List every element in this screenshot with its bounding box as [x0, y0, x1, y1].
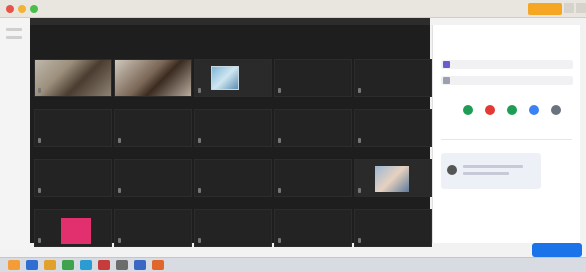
- app-icon: [443, 61, 450, 68]
- screen: [0, 0, 586, 272]
- participant-thumbnail: [211, 66, 239, 90]
- sidebar-item[interactable]: [6, 28, 22, 31]
- window-close-dot[interactable]: [6, 5, 14, 13]
- panel-row[interactable]: [441, 76, 573, 85]
- share-control-icon[interactable]: [529, 105, 539, 115]
- taskbar-app-icon[interactable]: [152, 260, 164, 270]
- mic-icon: [38, 138, 41, 143]
- mic-icon: [358, 88, 361, 93]
- participant-avatar: [61, 218, 91, 244]
- participant-tile[interactable]: [194, 159, 272, 197]
- window-restore-button[interactable]: [564, 3, 574, 13]
- sidebar-item[interactable]: [6, 36, 22, 39]
- participant-grid: [30, 25, 432, 247]
- mic-icon: [198, 238, 201, 243]
- panel-divider: [441, 139, 572, 140]
- participant-thumbnail: [375, 166, 409, 192]
- taskbar-app-icon[interactable]: [80, 260, 92, 270]
- more-control-icon[interactable]: [551, 105, 561, 115]
- taskbar-app-icon[interactable]: [98, 260, 110, 270]
- mic-icon: [358, 238, 361, 243]
- participant-tile[interactable]: [354, 159, 432, 197]
- window-maximize-dot[interactable]: [30, 5, 38, 13]
- mic-icon: [278, 88, 281, 93]
- window-titlebar: [0, 0, 586, 18]
- participant-tile[interactable]: [274, 59, 352, 97]
- participant-tile[interactable]: [114, 159, 192, 197]
- participant-tile[interactable]: [34, 209, 112, 247]
- participant-tile[interactable]: [34, 109, 112, 147]
- taskbar-app-icon[interactable]: [44, 260, 56, 270]
- participant-tile[interactable]: [114, 209, 192, 247]
- chat-text-line: [463, 165, 523, 168]
- taskbar-app-icon[interactable]: [62, 260, 74, 270]
- mic-icon: [38, 238, 41, 243]
- mic-icon: [118, 188, 121, 193]
- participant-tile[interactable]: [114, 109, 192, 147]
- participant-tile[interactable]: [354, 209, 432, 247]
- video-control-icon[interactable]: [507, 105, 517, 115]
- mic-icon: [278, 188, 281, 193]
- window-minimize-dot[interactable]: [18, 5, 26, 13]
- side-panel: [432, 25, 580, 243]
- taskbar-app-icon[interactable]: [116, 260, 128, 270]
- mic-icon: [278, 138, 281, 143]
- participant-tile[interactable]: [114, 59, 192, 97]
- participant-tile[interactable]: [34, 59, 112, 97]
- join-button[interactable]: [532, 243, 582, 257]
- mic-icon: [198, 188, 201, 193]
- participant-tile[interactable]: [354, 109, 432, 147]
- mic-icon: [198, 88, 201, 93]
- taskbar-app-icon[interactable]: [134, 260, 146, 270]
- avatar: [447, 165, 457, 175]
- participant-tile[interactable]: [194, 59, 272, 97]
- mic-icon: [118, 238, 121, 243]
- mic-icon: [358, 138, 361, 143]
- participant-tile[interactable]: [274, 109, 352, 147]
- window-close-button[interactable]: [576, 3, 586, 13]
- taskbar-app-icon[interactable]: [26, 260, 38, 270]
- mic-icon: [38, 88, 41, 93]
- chat-message: [441, 153, 541, 189]
- taskbar: [0, 257, 586, 272]
- participant-tile[interactable]: [274, 159, 352, 197]
- participant-tile[interactable]: [354, 59, 432, 97]
- chat-text-line: [463, 172, 509, 175]
- mic-control-icon[interactable]: [463, 105, 473, 115]
- left-sidebar: [0, 18, 30, 250]
- participant-tile[interactable]: [194, 109, 272, 147]
- taskbar-app-icon[interactable]: [8, 260, 20, 270]
- participant-tile[interactable]: [274, 209, 352, 247]
- participant-tile[interactable]: [194, 209, 272, 247]
- mic-icon: [358, 188, 361, 193]
- mic-icon: [278, 238, 281, 243]
- mic-icon: [118, 138, 121, 143]
- stop-control-icon[interactable]: [485, 105, 495, 115]
- mic-icon: [38, 188, 41, 193]
- app-icon: [443, 77, 450, 84]
- participant-tile[interactable]: [34, 159, 112, 197]
- panel-row[interactable]: [441, 60, 573, 69]
- mic-icon: [198, 138, 201, 143]
- window-accent-tab[interactable]: [528, 3, 562, 15]
